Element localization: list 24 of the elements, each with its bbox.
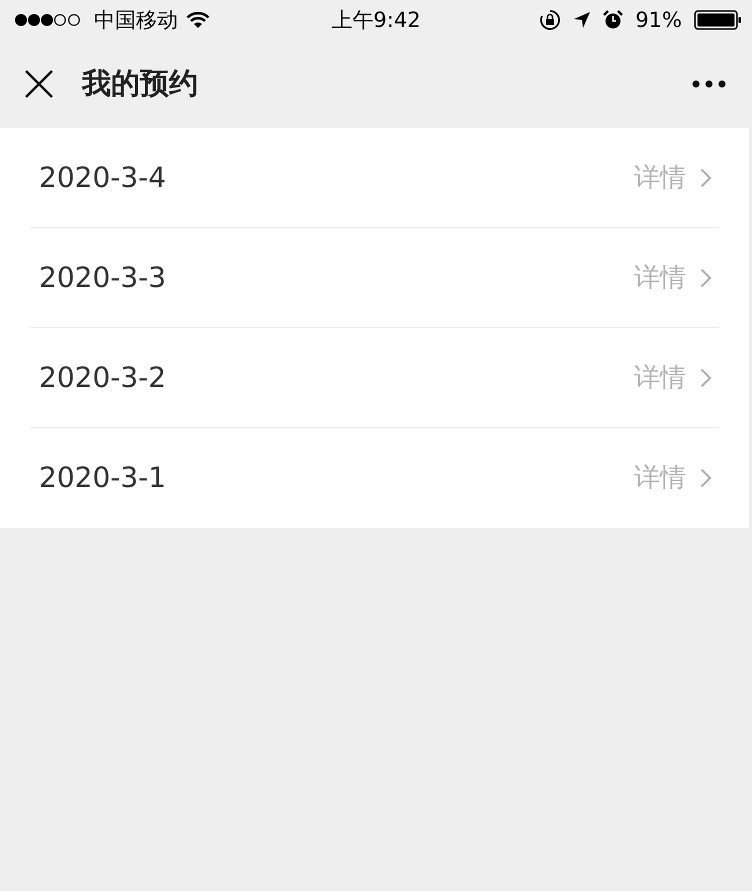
location-arrow-icon bbox=[573, 11, 592, 29]
rotation-lock-icon bbox=[539, 9, 562, 31]
carrier-name: 中国移动 bbox=[94, 7, 178, 34]
chevron-right-icon[interactable] bbox=[700, 368, 712, 388]
details-link[interactable]: 详情 bbox=[634, 260, 686, 295]
appointment-date: 2020-3-4 bbox=[39, 161, 168, 194]
chevron-right-icon[interactable] bbox=[700, 468, 712, 488]
status-time: 上午9:42 bbox=[331, 7, 421, 34]
page-title: 我的预约 bbox=[82, 65, 199, 102]
close-icon[interactable] bbox=[24, 69, 54, 99]
alarm-clock-icon bbox=[603, 10, 624, 30]
details-link[interactable]: 详情 bbox=[634, 460, 686, 495]
appointment-date: 2020-3-1 bbox=[39, 461, 168, 494]
chevron-right-icon[interactable] bbox=[700, 268, 712, 288]
details-link[interactable]: 详情 bbox=[634, 160, 686, 195]
wifi-icon bbox=[186, 11, 210, 29]
more-icon[interactable] bbox=[692, 80, 726, 88]
appointment-date: 2020-3-3 bbox=[39, 261, 168, 294]
battery-icon bbox=[694, 10, 742, 30]
appointment-date: 2020-3-2 bbox=[39, 361, 168, 394]
chevron-right-icon[interactable] bbox=[700, 168, 712, 188]
signal-icon bbox=[14, 13, 82, 27]
details-link[interactable]: 详情 bbox=[634, 360, 686, 395]
battery-percent: 91% bbox=[635, 8, 682, 32]
